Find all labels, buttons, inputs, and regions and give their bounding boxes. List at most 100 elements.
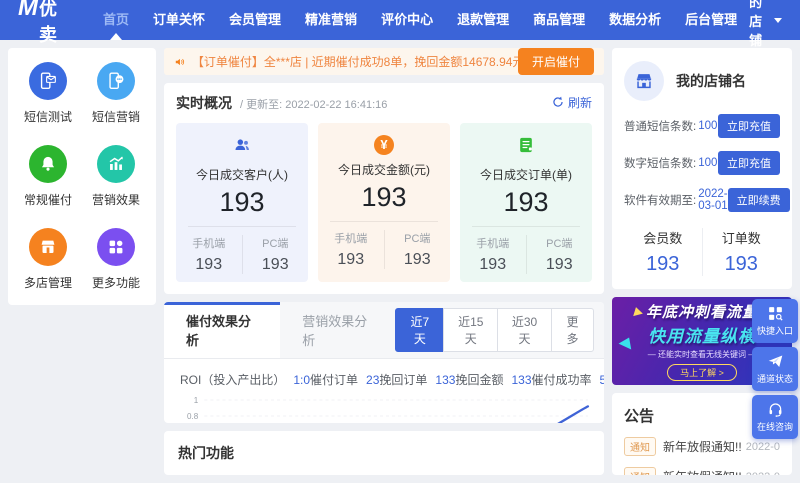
stat-label: 今日成交订单(单) <box>480 168 572 182</box>
range-15d-button[interactable]: 近15天 <box>443 308 499 352</box>
range-30d-button[interactable]: 近30天 <box>497 308 552 352</box>
notice-badge: 通知 <box>624 467 656 475</box>
orders-label: 订单数 <box>721 231 761 246</box>
banner-cta-button[interactable]: 马上了解 > <box>667 364 737 381</box>
quick-item-sms-marketing[interactable]: 短信营销 <box>82 62 150 125</box>
pc-value: 193 <box>261 256 289 273</box>
realtime-overview-panel: 实时概况 / 更新至: 2022-02-22 16:41:16 刷新 今日成交客… <box>164 83 604 294</box>
pc-value: 193 <box>545 256 573 273</box>
speaker-icon <box>175 58 185 65</box>
mobile-value: 193 <box>337 251 365 268</box>
logo-m-glyph: M <box>18 0 38 21</box>
shop-row-software-expiry: 软件有效期至: 2022-03-01 立即续费 <box>624 188 790 212</box>
announcement-title: 新年放假通知!!! <box>663 468 742 475</box>
headset-icon <box>769 403 781 417</box>
shop-row-digital-sms: 数字短信条数: 100 立即充值 <box>624 151 780 175</box>
divider <box>471 226 581 227</box>
nav-item-precision-marketing[interactable]: 精准营销 <box>293 0 369 40</box>
grid-icon <box>97 228 135 266</box>
refresh-button[interactable]: 刷新 <box>552 94 592 111</box>
date-range-group: 近7天 近15天 近30天 更多 <box>395 308 594 352</box>
banner-line2: 快用流量纵横 <box>648 327 756 346</box>
nav-item-data-analysis[interactable]: 数据分析 <box>597 0 673 40</box>
announcement-item[interactable]: 通知 新年放假通知!!! 2022-0 <box>624 437 780 456</box>
orders-stat: 订单数 193 <box>701 228 781 276</box>
announcement-item[interactable]: 通知 新年放假通知!!! 2022-0 <box>624 467 780 475</box>
shop-row-normal-sms: 普通短信条数: 100 立即充值 <box>624 114 780 138</box>
recharge-button[interactable]: 立即充值 <box>718 151 780 175</box>
app-logo[interactable]: M 优卖 <box>18 0 57 47</box>
quick-item-multi-store[interactable]: 多店管理 <box>14 228 82 291</box>
pc-label: PC端 <box>404 233 431 245</box>
nav-item-admin-management[interactable]: 后台管理 <box>673 0 749 40</box>
bell-icon <box>29 145 67 183</box>
mobile-label: 手机端 <box>334 233 368 245</box>
phone-mail-icon <box>29 62 67 100</box>
realtime-title: 实时概况 <box>176 95 232 111</box>
svg-text:1: 1 <box>194 396 199 405</box>
pc-label: PC端 <box>262 238 289 250</box>
avatar <box>624 61 664 101</box>
order-doc-icon <box>520 137 532 153</box>
quick-item-label: 短信营销 <box>91 110 140 124</box>
orders-value: 193 <box>724 253 758 275</box>
notice-text: 【订单催付】全***店 | 近期催付成功8单，挽回金额14678.94元，催付成… <box>191 55 518 69</box>
nav-item-home[interactable]: 首页 <box>91 0 141 40</box>
quick-item-label: 短信测试 <box>23 110 72 124</box>
stat-value: 193 <box>361 182 407 212</box>
renew-button[interactable]: 立即续费 <box>727 188 790 212</box>
stat-card-orders: 今日成交订单(单) 193 手机端 193 PC端 193 <box>460 123 592 282</box>
pc-value: 193 <box>403 251 431 268</box>
online-support-button[interactable]: 在线咨询 <box>752 395 798 439</box>
deco-triangle <box>631 305 643 317</box>
quick-menu-panel: 短信测试 短信营销 常规催付 营销效果 多店管理 更多功能 <box>8 48 156 305</box>
grid-search-icon <box>768 307 783 321</box>
quick-item-sms-test[interactable]: 短信测试 <box>14 62 82 125</box>
kpi-roi: ROI（投入产出比） 1:0 <box>180 373 311 387</box>
recharge-button[interactable]: 立即充值 <box>718 114 780 138</box>
kpi-recovered-orders: 挽回订单 133 <box>379 373 456 387</box>
line-chart: 00.20.40.60.812022-02-172022-02-182022-0… <box>187 396 590 423</box>
row-value: 100 <box>698 120 718 132</box>
nav-item-review-center[interactable]: 评价中心 <box>369 0 445 40</box>
members-label: 会员数 <box>643 231 683 246</box>
shop-name: 我的店铺名 <box>676 73 746 89</box>
quick-item-label: 更多功能 <box>91 276 140 290</box>
quick-entry-button[interactable]: 快捷入口 <box>752 299 798 343</box>
floater-label: 通道状态 <box>756 374 793 384</box>
range-more-button[interactable]: 更多 <box>550 308 594 352</box>
mobile-label: 手机端 <box>476 238 510 250</box>
pc-label: PC端 <box>546 238 573 250</box>
announcement-title: 新年放假通知!!! <box>663 440 742 454</box>
start-reminder-button[interactable]: 开启催付 <box>517 48 594 75</box>
floater-label: 在线咨询 <box>756 422 793 432</box>
tab-reminder-effect[interactable]: 催付效果分析 <box>164 302 281 358</box>
analysis-panel: 催付效果分析 营销效果分析 近7天 近15天 近30天 更多 ROI（投入产出比… <box>164 302 604 423</box>
nav-item-member-management[interactable]: 会员管理 <box>217 0 293 40</box>
divider <box>329 221 439 222</box>
paper-plane-icon <box>768 355 782 367</box>
stat-card-amount: ¥ 今日成交金额(元) 193 手机端 193 PC端 193 <box>318 123 450 282</box>
chart-up-icon <box>97 145 135 183</box>
analysis-tabbar: 催付效果分析 营销效果分析 近7天 近15天 近30天 更多 <box>164 302 604 359</box>
notice-badge: 通知 <box>624 437 656 456</box>
hot-features-panel: 热门功能 <box>164 431 604 475</box>
stat-value: 193 <box>219 187 265 217</box>
quick-item-marketing-effect[interactable]: 营销效果 <box>82 145 150 208</box>
storefront-icon <box>636 74 652 89</box>
logo-text: 优卖 <box>39 0 57 45</box>
nav-item-order-care[interactable]: 订单关怀 <box>141 0 217 40</box>
announcement-date: 2022-0 <box>746 471 780 476</box>
channel-status-button[interactable]: 通道状态 <box>752 347 798 391</box>
members-stat: 会员数 193 <box>624 228 702 276</box>
nav-item-product-management[interactable]: 商品管理 <box>521 0 597 40</box>
mobile-value: 193 <box>479 256 507 273</box>
notice-bar: 【订单催付】全***店 | 近期催付成功8单，挽回金额14678.94元，催付成… <box>164 48 604 75</box>
refresh-icon <box>553 96 563 107</box>
quick-item-payment-reminder[interactable]: 常规催付 <box>14 145 82 208</box>
range-7d-button[interactable]: 近7天 <box>395 308 445 352</box>
nav-item-refund-management[interactable]: 退款管理 <box>445 0 521 40</box>
quick-item-more-features[interactable]: 更多功能 <box>82 228 150 291</box>
stat-label: 今日成交客户(人) <box>196 168 288 182</box>
tab-marketing-effect[interactable]: 营销效果分析 <box>280 302 396 358</box>
